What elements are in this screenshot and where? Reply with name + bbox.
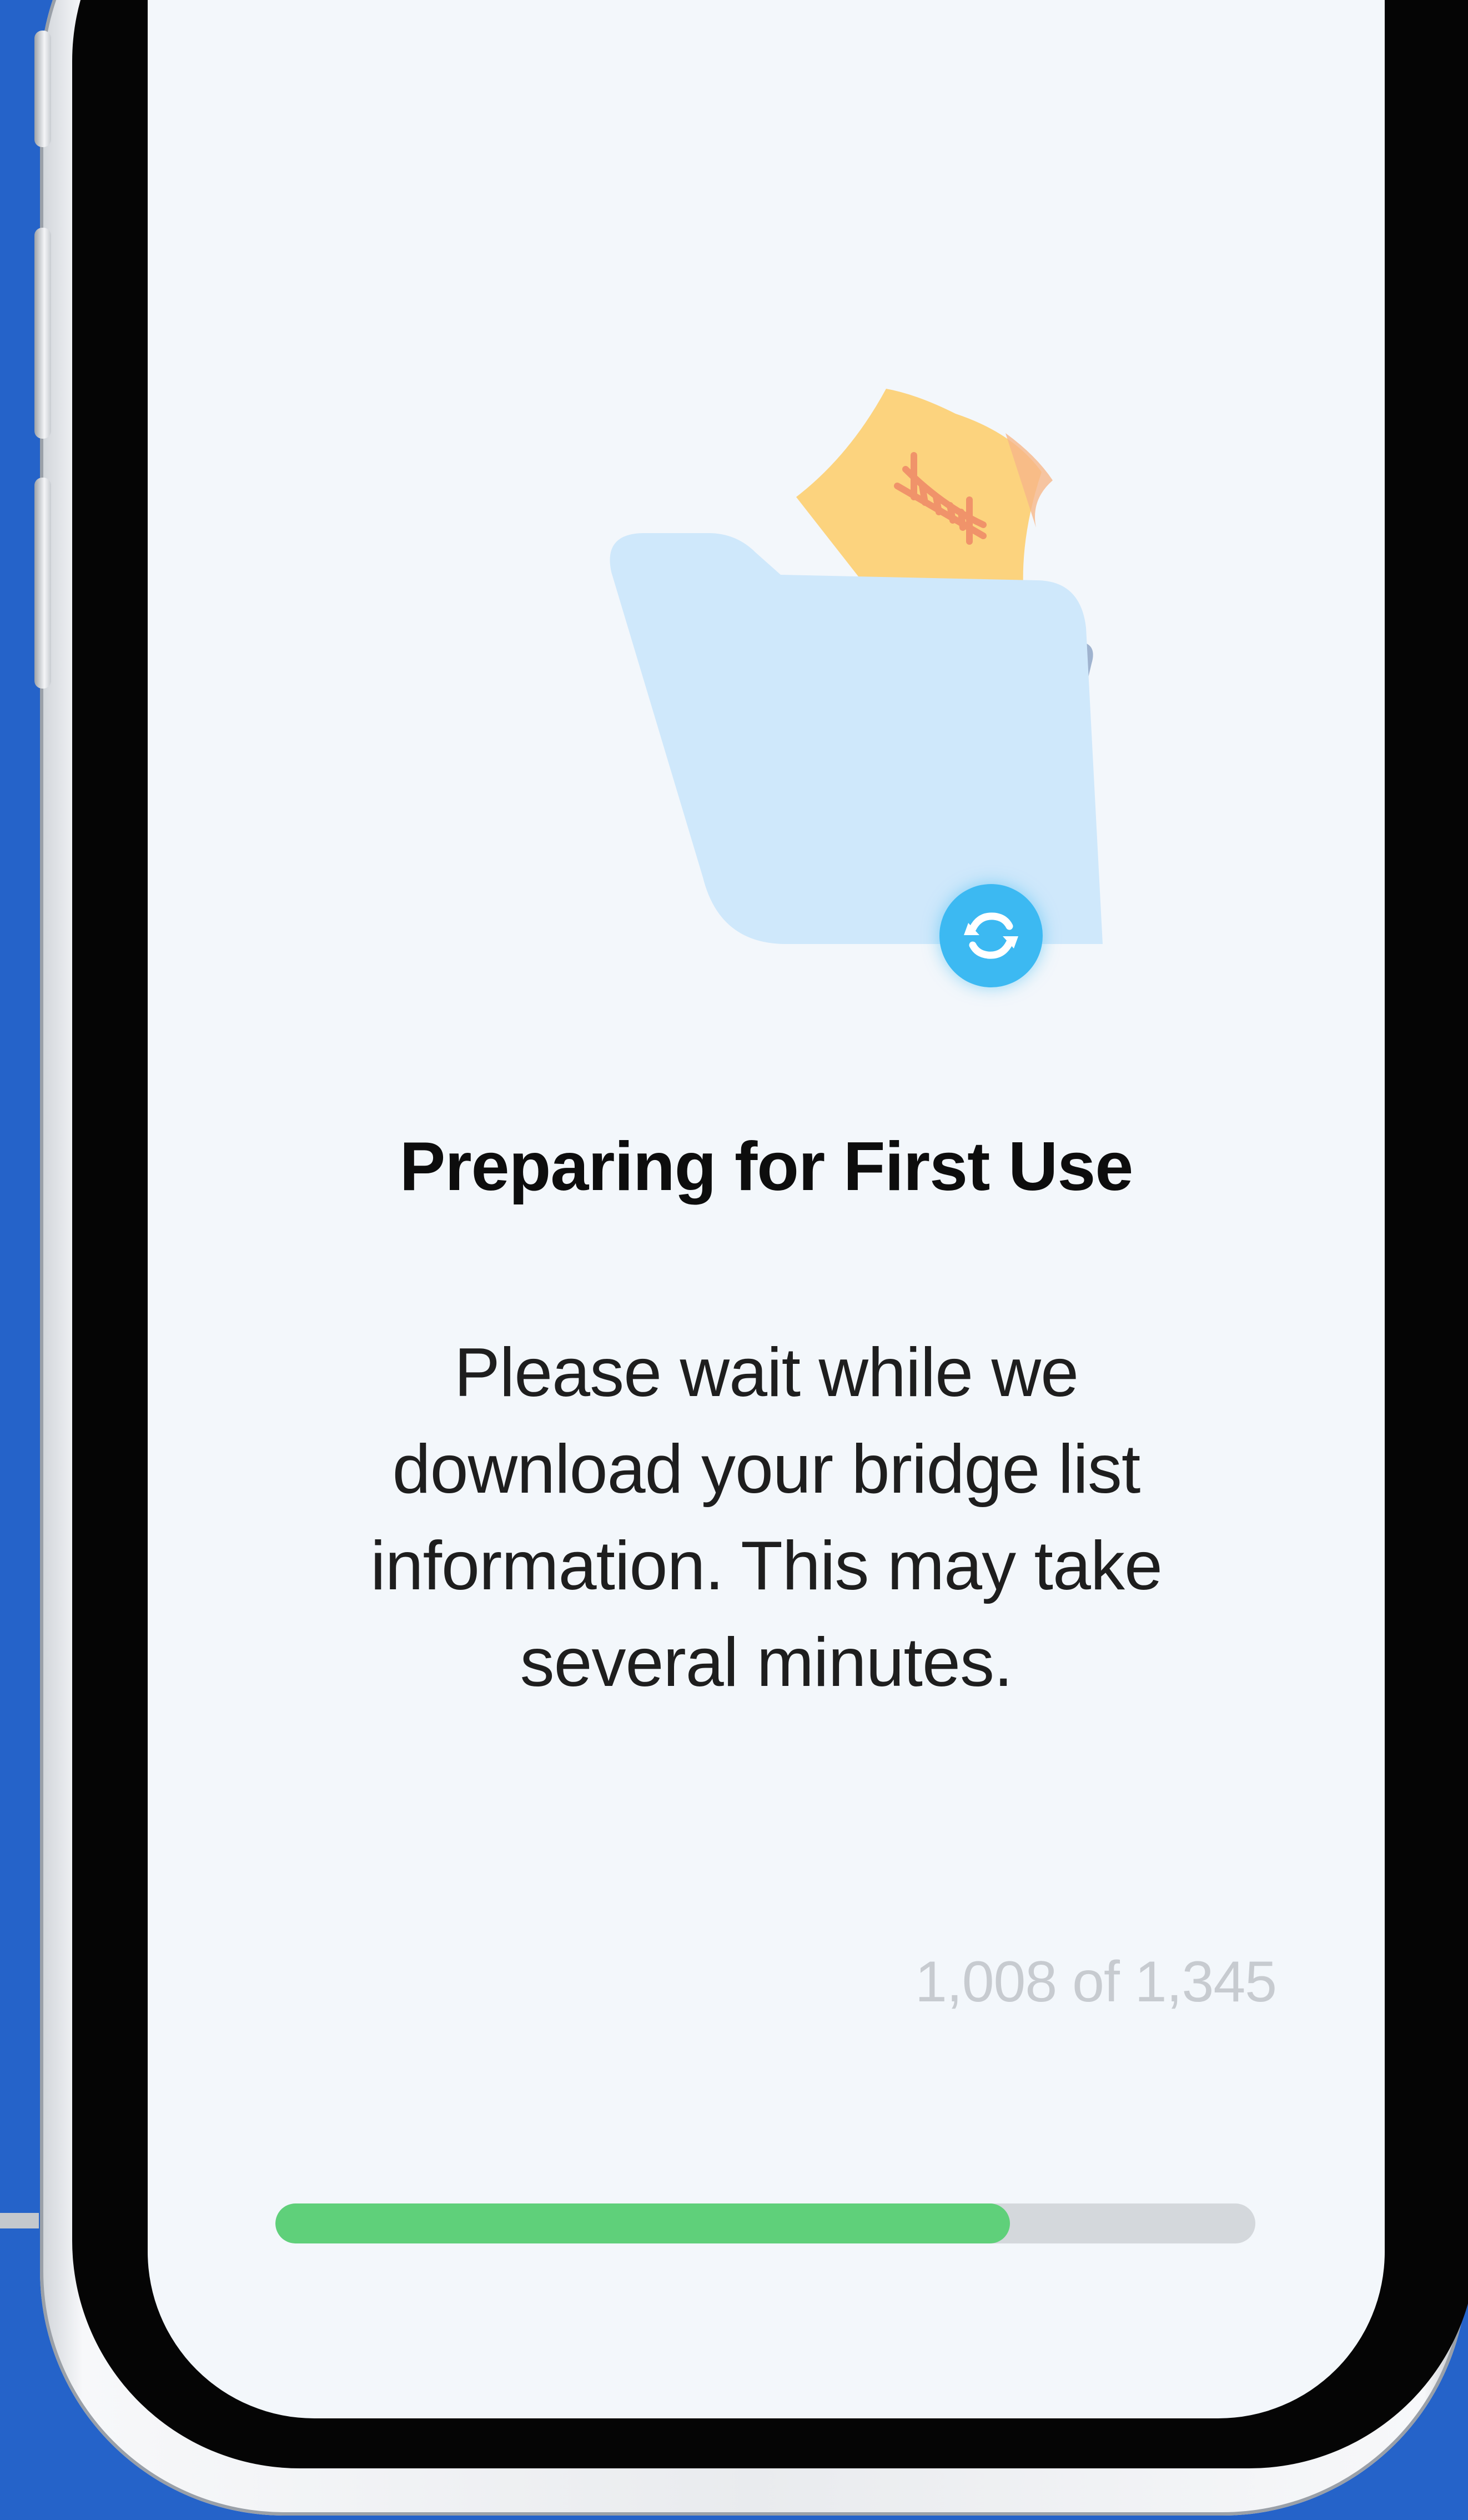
volume-up-button (34, 228, 51, 439)
folder-icon (610, 533, 1103, 944)
stage: Preparing for First Use Please wait whil… (0, 0, 1468, 2520)
app-screen: Preparing for First Use Please wait whil… (148, 0, 1385, 2418)
progress-bar-fill (275, 2203, 1010, 2243)
page-title: Preparing for First Use (399, 1128, 1134, 1205)
preparing-illustration (610, 389, 1103, 944)
progress-bar (275, 2203, 1255, 2243)
sync-icon (939, 884, 1043, 987)
mute-switch (34, 31, 51, 147)
volume-down-button (34, 478, 51, 689)
progress-count: 1,008 of 1,345 (914, 1950, 1277, 2014)
frame-seam-left (0, 2213, 39, 2228)
status-message: Please wait while we download your bridg… (370, 1334, 1163, 1701)
